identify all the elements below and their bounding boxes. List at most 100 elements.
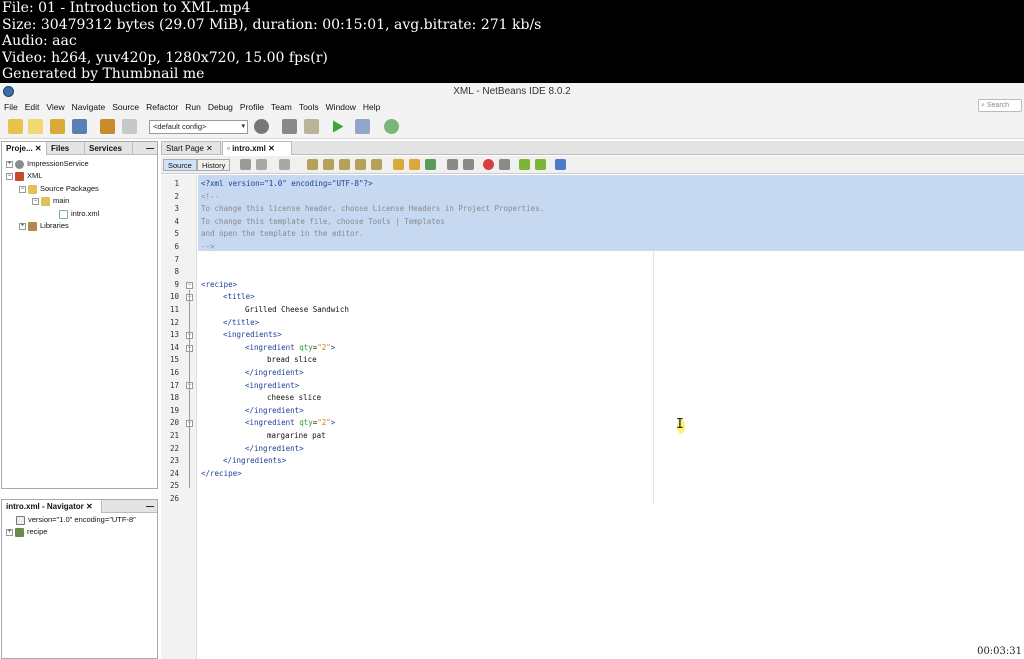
line-number: 3 <box>174 204 179 214</box>
video-info-header: File: 01 - Introduction to XML.mp4 Size:… <box>0 0 1024 83</box>
shift-left-icon[interactable] <box>447 159 458 170</box>
expand-icon[interactable]: + <box>6 528 13 536</box>
line-number: 15 <box>169 355 179 365</box>
xml-attribute: qty <box>299 418 313 428</box>
back-icon[interactable] <box>256 159 267 170</box>
menu-file[interactable]: File <box>0 100 21 114</box>
tree-item-xml[interactable]: − XML <box>6 170 42 182</box>
tab-projects[interactable]: Proje... ✕ <box>2 142 47 155</box>
next-bookmark-icon[interactable] <box>409 159 420 170</box>
fold-toggle-icon[interactable]: − <box>186 281 193 289</box>
video-info-line: Size: 30479312 bytes (29.07 MiB), durati… <box>2 16 542 33</box>
find-previous-icon[interactable] <box>323 159 334 170</box>
tab-files[interactable]: Files <box>47 142 85 155</box>
line-number: 8 <box>174 267 179 277</box>
menu-profile[interactable]: Profile <box>236 100 267 114</box>
run-icon[interactable] <box>333 120 344 133</box>
tree-item-main[interactable]: − main <box>32 195 69 207</box>
validate-xml-icon[interactable] <box>535 159 546 170</box>
save-all-icon[interactable] <box>72 119 87 134</box>
minimize-icon[interactable]: — <box>146 500 154 513</box>
code-line: <!-- <box>201 191 220 201</box>
close-icon[interactable]: ✕ <box>206 144 213 153</box>
stop-macro-icon[interactable] <box>499 159 510 170</box>
find-selection-icon[interactable] <box>307 159 318 170</box>
xsl-transform-icon[interactable] <box>555 159 566 170</box>
toggle-highlight-icon[interactable] <box>355 159 366 170</box>
code-line: <recipe> <box>201 279 237 292</box>
check-xml-icon[interactable] <box>519 159 530 170</box>
collapse-icon[interactable]: − <box>6 172 13 180</box>
code-line: <ingredient qty="2"> <box>245 417 335 430</box>
close-icon[interactable]: ✕ <box>268 144 275 153</box>
tree-item-intro-xml[interactable]: intro.xml <box>59 208 99 220</box>
redo-icon[interactable] <box>122 119 137 134</box>
previous-bookmark-icon[interactable] <box>393 159 404 170</box>
menu-view[interactable]: View <box>42 100 67 114</box>
expand-icon[interactable]: + <box>19 222 26 230</box>
navigator-item-recipe[interactable]: + recipe <box>6 526 47 538</box>
minimize-icon[interactable]: — <box>146 142 154 155</box>
menu-team[interactable]: Team <box>267 100 295 114</box>
tab-services[interactable]: Services <box>85 142 133 155</box>
open-project-icon[interactable] <box>50 119 65 134</box>
code-editor[interactable]: <?xml version="1.0" encoding="UTF-8"?> <… <box>198 175 1024 659</box>
menu-help[interactable]: Help <box>359 100 383 114</box>
libraries-icon <box>28 221 37 231</box>
tree-item-impressionservice[interactable]: + ImpressionService <box>6 158 89 170</box>
build-icon[interactable] <box>254 119 269 134</box>
projects-panel: Proje... ✕ Files Services — + ImpressionS… <box>1 141 158 489</box>
tree-item-libraries[interactable]: + Libraries <box>19 220 69 232</box>
attach-debugger-icon[interactable] <box>384 119 399 134</box>
menu-refactor[interactable]: Refactor <box>142 100 181 114</box>
xml-tag-end: > <box>330 418 336 428</box>
start-macro-icon[interactable] <box>483 159 494 170</box>
line-number: 26 <box>169 494 179 503</box>
debug-project-icon[interactable] <box>304 119 319 134</box>
xml-tag: <recipe> <box>201 279 238 289</box>
editor-toolbar: Source History <box>161 156 1024 174</box>
config-select[interactable]: <default config> ▾ <box>149 120 248 134</box>
line-number: 25 <box>169 481 179 491</box>
tree-item-label: intro.xml <box>71 209 100 218</box>
last-edit-icon[interactable] <box>240 159 251 170</box>
close-icon[interactable]: ✕ <box>35 144 42 153</box>
tab-navigator[interactable]: intro.xml - Navigator ✕ <box>2 500 102 513</box>
tab-intro-xml[interactable]: ▫ intro.xml ✕ <box>222 141 292 155</box>
search-input[interactable]: ⌕ Search <box>978 99 1022 112</box>
tab-start-page[interactable]: Start Page ✕ <box>161 141 221 155</box>
menu-edit[interactable]: Edit <box>21 100 43 114</box>
collapse-icon[interactable]: − <box>32 197 39 205</box>
xml-element-icon <box>15 527 24 537</box>
tree-item-label: XML <box>27 171 43 180</box>
menu-debug[interactable]: Debug <box>204 100 236 114</box>
shift-right-icon[interactable] <box>463 159 474 170</box>
history-mode-button[interactable]: History <box>197 159 231 171</box>
menu-window[interactable]: Window <box>322 100 359 114</box>
menu-source[interactable]: Source <box>108 100 142 114</box>
collapse-icon[interactable]: − <box>19 185 26 193</box>
undo-icon[interactable] <box>100 119 115 134</box>
toggle-bookmark-icon[interactable] <box>425 159 436 170</box>
tab-navigator-label: intro.xml - Navigator <box>6 502 84 511</box>
code-line: </ingredient> <box>245 367 304 380</box>
expand-icon[interactable]: + <box>6 160 13 168</box>
navigator-item-declaration[interactable]: version="1.0" encoding="UTF-8" <box>16 514 136 526</box>
xml-attribute-value: "2" <box>317 418 331 428</box>
close-icon[interactable]: ✕ <box>86 502 93 511</box>
toggle-rectangular-icon[interactable] <box>371 159 382 170</box>
forward-icon[interactable] <box>279 159 290 170</box>
profile-icon[interactable] <box>355 119 370 134</box>
menu-tools[interactable]: Tools <box>295 100 322 114</box>
package-icon <box>41 196 50 206</box>
new-project-icon[interactable] <box>8 119 23 134</box>
menu-run[interactable]: Run <box>181 100 204 114</box>
xml-file-icon <box>59 209 68 219</box>
clean-build-icon[interactable] <box>282 119 297 134</box>
new-file-icon[interactable] <box>28 119 43 134</box>
xml-tag: <ingredient <box>245 342 295 352</box>
tree-item-source-packages[interactable]: − Source Packages <box>19 183 99 195</box>
find-next-icon[interactable] <box>339 159 350 170</box>
menu-navigate[interactable]: Navigate <box>68 100 109 114</box>
source-mode-button[interactable]: Source <box>163 159 197 171</box>
